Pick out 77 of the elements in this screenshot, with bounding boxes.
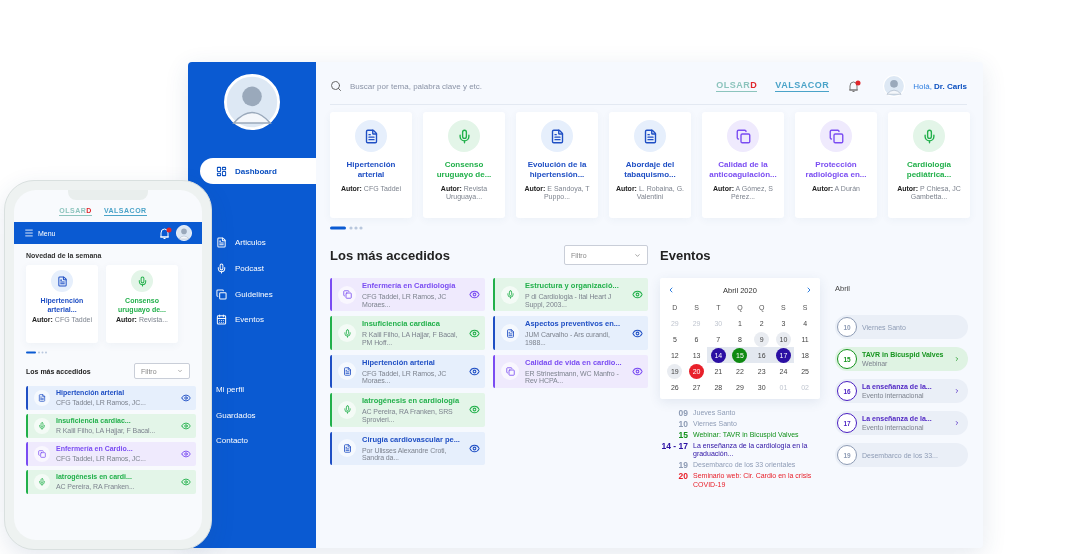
copy-icon	[216, 288, 227, 300]
document-icon	[342, 366, 352, 376]
microphone-icon	[342, 328, 352, 338]
sidebar-item[interactable]: Dashboard	[200, 158, 316, 184]
view-icon[interactable]	[181, 393, 191, 403]
copy-icon	[505, 366, 515, 376]
document-icon	[216, 237, 227, 249]
view-icon[interactable]	[181, 449, 191, 459]
microphone-icon	[136, 275, 148, 287]
document-icon	[642, 128, 658, 144]
notification-bell-icon[interactable]	[847, 79, 862, 93]
microphone-icon	[38, 422, 46, 430]
sponsor-logo: VALSACOR	[775, 80, 830, 92]
view-icon[interactable]	[632, 365, 643, 377]
card-title: Abordaje del tabaquismo...	[623, 160, 677, 181]
event-date: 14 - 17	[660, 442, 688, 453]
microphone-icon	[456, 128, 472, 144]
avatar-icon[interactable]	[224, 74, 280, 130]
next-icon[interactable]	[805, 286, 813, 294]
document-icon	[363, 128, 379, 144]
document-icon	[56, 275, 68, 287]
document-icon	[505, 328, 515, 338]
event-date: 09	[677, 409, 688, 418]
menu-icon[interactable]	[24, 228, 34, 238]
document-icon	[342, 443, 352, 453]
sidebar-item[interactable]: Eventos	[216, 307, 268, 333]
sidebar-item[interactable]: Podcast	[216, 255, 268, 282]
caret-icon	[634, 251, 641, 259]
search-icon	[330, 80, 342, 92]
card-title: Hipertención arterial	[345, 160, 397, 181]
microphone-icon	[342, 405, 352, 415]
section-title: Eventos	[660, 247, 711, 263]
chevron-icon	[954, 356, 960, 362]
view-icon[interactable]	[469, 442, 480, 454]
event-date: 19	[677, 461, 688, 470]
carousel-indicator-icon	[26, 351, 48, 354]
document-icon	[549, 128, 565, 144]
avatar-icon[interactable]	[176, 225, 192, 241]
sidebar-item[interactable]: Guidelines	[216, 281, 277, 308]
dashboard-icon	[216, 165, 227, 177]
calendar-icon	[216, 314, 227, 326]
sidebar-item[interactable]: Guardados	[216, 402, 260, 429]
card-title: Consenso uruguayo de...	[435, 160, 493, 181]
previous-icon[interactable]	[667, 286, 675, 294]
microphone-icon	[921, 128, 937, 144]
event-date: 10	[677, 420, 688, 429]
view-icon[interactable]	[632, 289, 643, 301]
section-title: Los más accedidos	[330, 247, 450, 263]
sidebar-item[interactable]: Contacto	[216, 428, 253, 454]
microphone-icon	[505, 290, 515, 300]
carousel-indicator-icon	[330, 226, 364, 230]
copy-icon	[342, 290, 352, 300]
microphone-icon	[216, 263, 227, 275]
copy-icon	[38, 450, 46, 458]
notification-bell-icon[interactable]	[158, 226, 172, 240]
microphone-icon	[38, 478, 46, 486]
greeting-text: Holá, Dr. Carls	[913, 81, 967, 91]
event-date: 15	[677, 431, 688, 440]
sidebar-item[interactable]: Articulos	[216, 230, 270, 256]
view-icon[interactable]	[469, 404, 480, 416]
document-icon	[38, 394, 46, 402]
caret-icon	[177, 368, 183, 374]
chevron-icon	[954, 388, 960, 394]
copy-icon	[828, 128, 844, 144]
event-date: 20	[677, 472, 688, 484]
copy-icon	[735, 128, 751, 144]
view-icon[interactable]	[469, 365, 480, 377]
view-icon[interactable]	[469, 289, 480, 301]
card-title: Calidad de la anticoagulación...	[708, 160, 778, 181]
view-icon[interactable]	[632, 327, 643, 339]
chevron-icon	[954, 420, 960, 426]
sidebar-item[interactable]: Mi perfil	[216, 376, 248, 403]
card-title: Evolución de la hipertensión...	[526, 160, 588, 181]
view-icon[interactable]	[469, 327, 480, 339]
card-title: Protección radiológica en...	[804, 160, 868, 181]
sponsor-logo: OLSARD	[716, 80, 758, 92]
card-title: Cardiología pediátrica...	[905, 160, 953, 181]
